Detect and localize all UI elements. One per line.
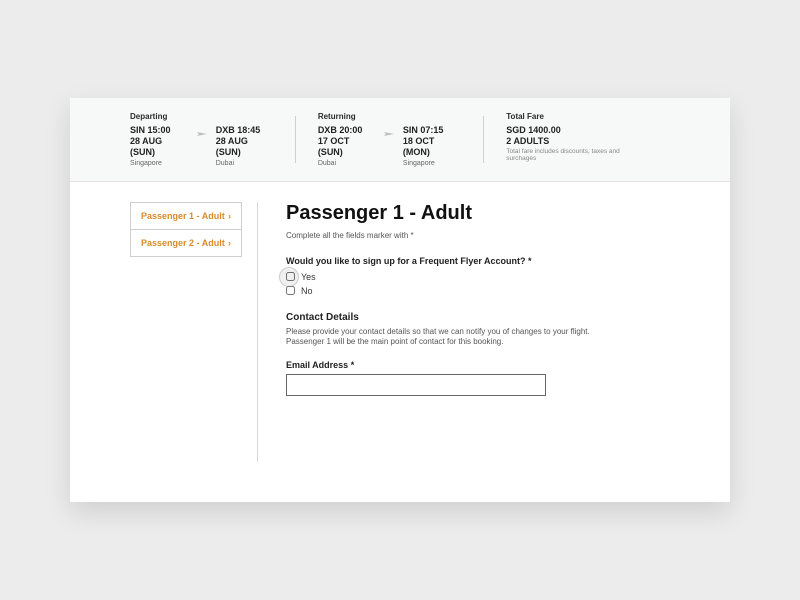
required-hint: Complete all the fields marker with * bbox=[286, 231, 670, 240]
departing-to-date: 28 AUG (SUN) bbox=[216, 136, 274, 158]
contact-heading: Contact Details bbox=[286, 312, 670, 323]
email-field[interactable] bbox=[286, 374, 546, 396]
ff-yes-label: Yes bbox=[301, 272, 316, 282]
departing-to-city: Dubai bbox=[216, 160, 274, 167]
itinerary-summary: Departing SIN 15:00 28 AUG (SUN) Singapo… bbox=[70, 98, 730, 181]
departing-from-date: 28 AUG (SUN) bbox=[130, 136, 188, 158]
returning-from-code-time: DXB 20:00 bbox=[318, 125, 375, 136]
plane-icon bbox=[196, 128, 208, 140]
returning-to-code-time: SIN 07:15 bbox=[403, 125, 462, 136]
plane-icon bbox=[383, 128, 395, 140]
passenger-tabs: Passenger 1 - Adult › Passenger 2 - Adul… bbox=[130, 202, 258, 462]
ff-option-yes[interactable]: Yes bbox=[286, 272, 670, 282]
fare-note: Total fare includes discounts, taxes and… bbox=[506, 148, 648, 162]
contact-description: Please provide your contact details so t… bbox=[286, 327, 606, 349]
returning-to-date: 18 OCT (MON) bbox=[403, 136, 462, 158]
departing-leg: SIN 15:00 28 AUG (SUN) Singapore DXB 18:… bbox=[130, 125, 274, 166]
ff-option-no[interactable]: No bbox=[286, 286, 670, 296]
fare-label: Total Fare bbox=[506, 112, 648, 121]
booking-card: Departing SIN 15:00 28 AUG (SUN) Singapo… bbox=[70, 98, 730, 501]
returning-column: Returning DXB 20:00 17 OCT (SUN) Dubai S… bbox=[318, 112, 484, 166]
departing-column: Departing SIN 15:00 28 AUG (SUN) Singapo… bbox=[130, 112, 296, 166]
departing-from-code-time: SIN 15:00 bbox=[130, 125, 188, 136]
fare-column: Total Fare SGD 1400.00 2 ADULTS Total fa… bbox=[506, 112, 670, 166]
returning-to-city: Singapore bbox=[403, 160, 462, 167]
email-label: Email Address * bbox=[286, 360, 670, 370]
departing-to-code-time: DXB 18:45 bbox=[216, 125, 274, 136]
passenger-form: Passenger 1 - Adult Complete all the fie… bbox=[286, 202, 670, 462]
fare-pax: 2 ADULTS bbox=[506, 136, 648, 146]
chevron-right-icon: › bbox=[228, 238, 231, 248]
tab-passenger-2[interactable]: Passenger 2 - Adult › bbox=[130, 229, 242, 257]
tab-label: Passenger 2 - Adult bbox=[141, 238, 225, 248]
tab-passenger-1[interactable]: Passenger 1 - Adult › bbox=[130, 202, 242, 230]
ff-question: Would you like to sign up for a Frequent… bbox=[286, 256, 670, 266]
chevron-right-icon: › bbox=[228, 211, 231, 221]
returning-to: SIN 07:15 18 OCT (MON) Singapore bbox=[403, 125, 462, 166]
fare-amount: SGD 1400.00 bbox=[506, 125, 648, 135]
ff-no-label: No bbox=[301, 286, 313, 296]
ff-no-checkbox[interactable] bbox=[286, 286, 295, 295]
returning-label: Returning bbox=[318, 112, 462, 121]
returning-from: DXB 20:00 17 OCT (SUN) Dubai bbox=[318, 125, 375, 166]
returning-from-city: Dubai bbox=[318, 160, 375, 167]
departing-from: SIN 15:00 28 AUG (SUN) Singapore bbox=[130, 125, 188, 166]
form-body: Passenger 1 - Adult › Passenger 2 - Adul… bbox=[70, 182, 730, 502]
tab-label: Passenger 1 - Adult bbox=[141, 211, 225, 221]
ff-options: Yes No bbox=[286, 272, 670, 296]
returning-leg: DXB 20:00 17 OCT (SUN) Dubai SIN 07:15 1… bbox=[318, 125, 462, 166]
form-title: Passenger 1 - Adult bbox=[286, 202, 670, 225]
departing-from-city: Singapore bbox=[130, 160, 188, 167]
ff-yes-checkbox[interactable] bbox=[286, 272, 295, 281]
departing-to: DXB 18:45 28 AUG (SUN) Dubai bbox=[216, 125, 274, 166]
departing-label: Departing bbox=[130, 112, 274, 121]
returning-from-date: 17 OCT (SUN) bbox=[318, 136, 375, 158]
